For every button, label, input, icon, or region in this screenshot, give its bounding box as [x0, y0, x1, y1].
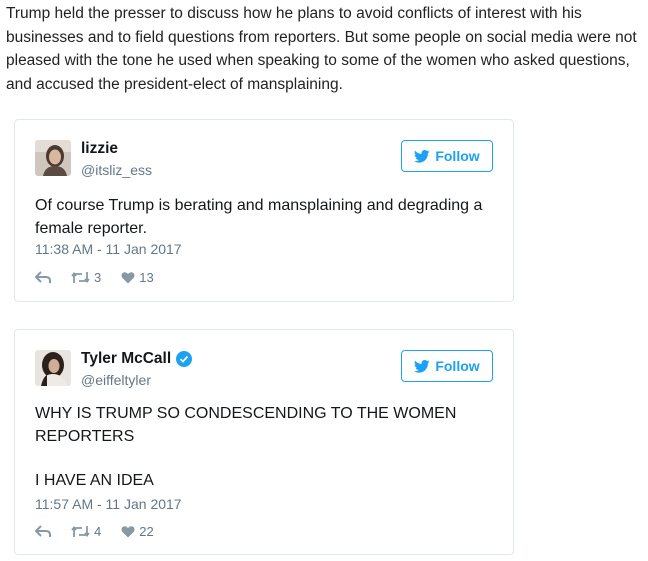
- reply-button[interactable]: [35, 271, 51, 284]
- reply-icon: [35, 525, 51, 537]
- tweet-text-line: I HAVE AN IDEA: [35, 472, 154, 489]
- retweet-icon: [71, 526, 90, 537]
- user-handle[interactable]: @itsliz_ess: [81, 162, 152, 178]
- avatar[interactable]: [35, 350, 71, 386]
- like-count: 13: [139, 270, 154, 285]
- tweet-actions: 4 22: [35, 524, 174, 539]
- tweet-text: Of course Trump is berating and mansplai…: [35, 197, 483, 237]
- reply-button[interactable]: [35, 525, 51, 538]
- retweet-icon: [71, 272, 90, 283]
- tweet-text: WHY IS TRUMP SO CONDESCENDING TO THE WOM…: [35, 402, 505, 492]
- tweet-timestamp[interactable]: 11:38 AM - 11 Jan 2017: [35, 241, 182, 257]
- reply-icon: [35, 271, 51, 283]
- user-handle[interactable]: @eiffeltyler: [81, 372, 151, 388]
- tweet-actions: 3 13: [35, 270, 174, 285]
- heart-icon: [121, 526, 135, 538]
- user-name[interactable]: Tyler McCall: [81, 350, 193, 368]
- like-count: 22: [139, 524, 154, 539]
- retweet-button[interactable]: 4: [71, 524, 101, 539]
- retweet-button[interactable]: 3: [71, 270, 101, 285]
- avatar[interactable]: [35, 140, 71, 176]
- retweet-count: 3: [94, 270, 102, 285]
- like-button[interactable]: 13: [121, 270, 154, 285]
- tweet-text-line: WHY IS TRUMP SO CONDESCENDING TO THE WOM…: [35, 405, 457, 445]
- retweet-count: 4: [94, 524, 102, 539]
- verified-badge-icon: [176, 351, 193, 367]
- embedded-tweet: Tyler McCall @eiffeltyler Follow WHY IS …: [14, 329, 514, 555]
- like-button[interactable]: 22: [121, 524, 154, 539]
- heart-icon: [121, 272, 135, 284]
- follow-button[interactable]: Follow: [401, 140, 493, 172]
- bird-icon: [414, 149, 430, 163]
- bird-icon: [414, 359, 430, 373]
- tweet-timestamp[interactable]: 11:57 AM - 11 Jan 2017: [35, 496, 182, 512]
- embedded-tweet: lizzie @itsliz_ess Follow Of course Trum…: [14, 119, 514, 302]
- user-name[interactable]: lizzie: [81, 140, 118, 158]
- article-paragraph: Trump held the presser to discuss how he…: [6, 5, 637, 93]
- follow-button[interactable]: Follow: [401, 350, 493, 382]
